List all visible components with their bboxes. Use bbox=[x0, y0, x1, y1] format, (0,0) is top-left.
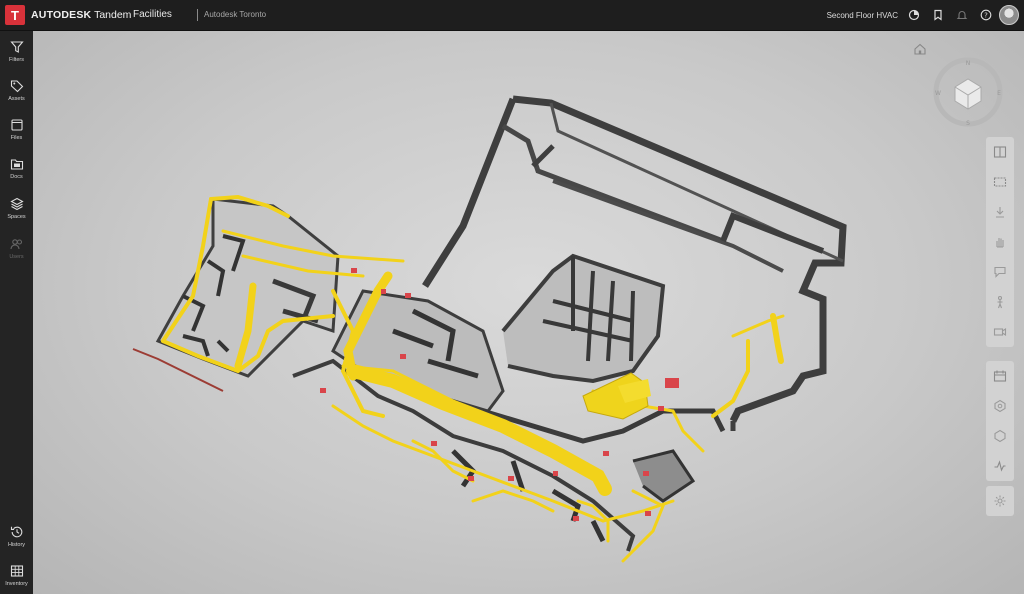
building-model[interactable] bbox=[33, 31, 1024, 594]
sidebar-item-label: Docs bbox=[10, 174, 23, 180]
user-avatar[interactable] bbox=[999, 5, 1019, 25]
activity-icon bbox=[994, 460, 1006, 472]
sidebar-item-label: Spaces bbox=[7, 214, 26, 220]
facility-selector[interactable]: Autodesk Toronto bbox=[204, 10, 266, 19]
tandem-logo[interactable]: T bbox=[5, 5, 25, 25]
sidebar-item-assets[interactable]: Assets bbox=[0, 75, 33, 111]
home-view-icon[interactable] bbox=[913, 42, 927, 56]
comment-icon bbox=[994, 266, 1006, 278]
history-icon bbox=[10, 526, 22, 538]
sidebar-item-users[interactable]: Users bbox=[0, 233, 33, 269]
help-icon[interactable]: ? bbox=[979, 8, 993, 22]
sidebar-item-filters[interactable]: Filters bbox=[0, 36, 33, 72]
docs-icon bbox=[10, 159, 23, 170]
navigation-toolbar bbox=[986, 137, 1014, 347]
view-cube[interactable]: N E S W bbox=[933, 57, 1003, 127]
layers-icon bbox=[9, 197, 24, 211]
measure-icon bbox=[996, 207, 1004, 218]
svg-text:?: ? bbox=[984, 11, 988, 19]
left-sidebar: Filters Assets Files Docs Spaces Users H… bbox=[0, 31, 33, 594]
comment-button[interactable] bbox=[986, 257, 1014, 287]
compass-n: N bbox=[966, 60, 971, 67]
streams-button[interactable] bbox=[986, 451, 1014, 481]
compass-w: W bbox=[935, 90, 941, 97]
module-menu[interactable]: Facilities bbox=[133, 9, 172, 20]
timeline-button[interactable] bbox=[986, 361, 1014, 391]
calendar-icon bbox=[993, 370, 1007, 382]
compass-e: E bbox=[997, 90, 1001, 97]
settings-hex-icon bbox=[994, 399, 1006, 413]
compass-s: S bbox=[966, 120, 970, 127]
camera-icon bbox=[993, 327, 1007, 337]
measure-button[interactable] bbox=[986, 197, 1014, 227]
sidebar-item-files[interactable]: Files bbox=[0, 114, 33, 150]
camera-button[interactable] bbox=[986, 317, 1014, 347]
sidebar-item-spaces[interactable]: Spaces bbox=[0, 193, 33, 229]
sidebar-item-label: Inventory bbox=[5, 581, 28, 587]
tag-icon bbox=[10, 80, 23, 93]
sidebar-item-label: Filters bbox=[9, 57, 24, 63]
folder-icon bbox=[10, 119, 23, 131]
gear-icon bbox=[994, 495, 1006, 507]
users-icon bbox=[9, 239, 22, 250]
asset-hex-icon bbox=[994, 429, 1006, 443]
section-box-button[interactable] bbox=[986, 167, 1014, 197]
walk-button[interactable] bbox=[986, 287, 1014, 317]
view-selector[interactable]: Second Floor HVAC bbox=[827, 11, 898, 20]
sidebar-item-label: Users bbox=[9, 254, 24, 260]
divider bbox=[197, 9, 198, 21]
bookmark-icon[interactable] bbox=[931, 8, 945, 22]
systems-button[interactable] bbox=[986, 391, 1014, 421]
view-icon[interactable] bbox=[907, 8, 921, 22]
sidebar-item-label: Assets bbox=[8, 96, 25, 102]
filter-icon bbox=[9, 41, 24, 53]
logo-letter: T bbox=[11, 7, 19, 23]
top-bar: T AUTODESK Tandem Facilities Autodesk To… bbox=[0, 0, 1024, 31]
settings-toolbar bbox=[986, 486, 1014, 516]
model-viewport[interactable]: N E S W bbox=[33, 31, 1024, 594]
assets-button[interactable] bbox=[986, 421, 1014, 451]
brand-product: Tandem bbox=[94, 9, 132, 21]
pan-icon bbox=[996, 238, 1004, 248]
split-view-icon bbox=[993, 146, 1007, 158]
sidebar-item-docs[interactable]: Docs bbox=[0, 153, 33, 189]
section-box-icon bbox=[993, 177, 1007, 187]
split-view-button[interactable] bbox=[986, 137, 1014, 167]
notifications-icon[interactable] bbox=[955, 8, 969, 22]
sidebar-item-label: History bbox=[7, 542, 26, 548]
sidebar-item-inventory[interactable]: Inventory bbox=[0, 560, 33, 594]
sidebar-item-history[interactable]: History bbox=[0, 521, 33, 557]
pan-button[interactable] bbox=[986, 227, 1014, 257]
brand-bold: AUTODESK bbox=[31, 9, 92, 21]
table-icon bbox=[10, 565, 23, 577]
person-icon bbox=[997, 295, 1003, 309]
data-toolbar bbox=[986, 361, 1014, 481]
settings-button[interactable] bbox=[986, 486, 1014, 516]
sidebar-item-label: Files bbox=[10, 135, 23, 141]
brand-name: AUTODESK Tandem bbox=[31, 9, 131, 21]
